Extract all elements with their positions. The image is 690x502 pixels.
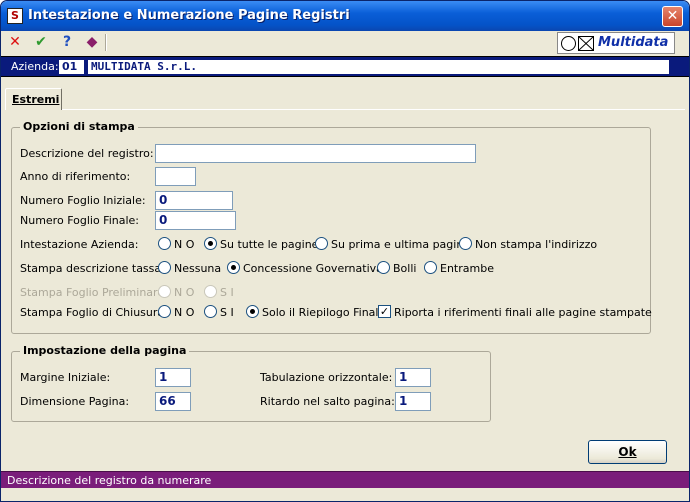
radio-tax-stamps[interactable] — [377, 261, 390, 274]
radio-header-all-pages[interactable] — [204, 237, 217, 250]
company-name: MULTIDATA S.r.L. — [88, 60, 669, 74]
end-page-field[interactable]: 0 — [155, 211, 236, 230]
horizontal-tab-field[interactable]: 1 — [395, 368, 431, 387]
page-setup-title: Impostazione della pagina — [20, 344, 190, 357]
status-text: Descrizione del registro da numerare — [7, 474, 212, 487]
page-break-delay-label: Ritardo nel salto pagina: — [260, 395, 395, 408]
year-field[interactable] — [155, 167, 196, 186]
tab-divider — [62, 109, 685, 110]
end-page-label: Numero Foglio Finale: — [20, 214, 140, 227]
company-bar: Azienda: 01 MULTIDATA S.r.L. — [1, 56, 689, 77]
tab-label: Estremi — [12, 93, 60, 106]
initial-margin-label: Margine Iniziale: — [20, 371, 111, 384]
tab-estremi[interactable]: Estremi — [5, 88, 62, 110]
company-code: 01 — [59, 60, 84, 74]
status-bar: Descrizione del registro da numerare — [1, 471, 689, 488]
window-bottom-edge — [1, 488, 689, 501]
preliminary-sheet-label: Stampa Foglio Preliminare: — [20, 286, 168, 299]
page-break-delay-field[interactable]: 1 — [395, 392, 431, 411]
closing-sheet-label: Stampa Foglio di Chiusura: — [20, 306, 168, 319]
radio-header-first-last[interactable] — [315, 237, 328, 250]
radio-closing-no[interactable] — [158, 305, 171, 318]
description-label: Descrizione del registro: — [20, 147, 154, 160]
start-page-field[interactable]: 0 — [155, 191, 233, 210]
window-title: Intestazione e Numerazione Pagine Regist… — [28, 8, 350, 23]
radio-closing-yes[interactable] — [204, 305, 217, 318]
radio-header-all-pages-label: Su tutte le pagine — [220, 238, 319, 251]
help-question-icon[interactable]: ? — [58, 34, 76, 51]
horizontal-tab-label: Tabulazione orizzontale: — [260, 371, 393, 384]
final-references-checkbox-label: Riporta i riferimenti finali alle pagine… — [394, 306, 652, 319]
year-label: Anno di riferimento: — [20, 170, 131, 183]
radio-closing-summary-only[interactable] — [246, 305, 259, 318]
radio-preliminary-yes — [204, 285, 217, 298]
tax-description-label: Stampa descrizione tassa: — [20, 262, 165, 275]
initial-margin-field[interactable]: 1 — [155, 368, 191, 387]
start-page-label: Numero Foglio Iniziale: — [20, 194, 146, 207]
radio-header-no-label: N O — [174, 238, 195, 251]
multidata-logo: Multidata — [557, 32, 675, 54]
page-size-field[interactable]: 66 — [155, 392, 191, 411]
radio-preliminary-yes-label: S I — [220, 286, 234, 299]
radio-tax-none-label: Nessuna — [174, 262, 222, 275]
logo-cross-box-icon — [578, 36, 594, 51]
radio-header-no-address-label: Non stampa l'indirizzo — [475, 238, 598, 251]
radio-tax-both[interactable] — [424, 261, 437, 274]
company-header-label: Intestazione Azienda: — [20, 238, 139, 251]
radio-header-first-last-label: Su prima e ultima pagina — [331, 238, 471, 251]
radio-tax-both-label: Entrambe — [440, 262, 494, 275]
radio-header-no[interactable] — [158, 237, 171, 250]
ok-button[interactable]: Ok — [588, 440, 667, 464]
logo-text: Multidata — [598, 35, 669, 50]
radio-closing-summary-only-label: Solo il Riepilogo Finale — [262, 306, 386, 319]
dialog-window: S Intestazione e Numerazione Pagine Regi… — [0, 0, 690, 502]
radio-preliminary-no-label: N O — [174, 286, 195, 299]
toolbar-separator — [105, 34, 107, 51]
radio-closing-no-label: N O — [174, 306, 195, 319]
book-icon[interactable]: ◆ — [83, 34, 101, 51]
confirm-check-icon[interactable]: ✔ — [32, 34, 50, 51]
app-icon: S — [7, 8, 23, 24]
radio-tax-stamps-label: Bolli — [393, 262, 417, 275]
radio-tax-government[interactable] — [227, 261, 240, 274]
company-label: Azienda: — [11, 60, 59, 73]
print-options-title: Opzioni di stampa — [20, 120, 138, 133]
radio-preliminary-no — [158, 285, 171, 298]
close-window-button[interactable]: ✕ — [662, 6, 683, 27]
logo-circle-icon — [561, 36, 576, 51]
title-bar[interactable]: S Intestazione e Numerazione Pagine Regi… — [1, 1, 689, 31]
page-size-label: Dimensione Pagina: — [20, 395, 130, 408]
radio-tax-none[interactable] — [158, 261, 171, 274]
description-field[interactable] — [155, 144, 476, 163]
radio-closing-yes-label: S I — [220, 306, 234, 319]
radio-tax-government-label: Concessione Governativa — [243, 262, 383, 275]
close-red-x-icon[interactable]: ✕ — [6, 34, 24, 51]
radio-header-no-address[interactable] — [459, 237, 472, 250]
final-references-checkbox[interactable]: ✓ — [378, 305, 391, 318]
